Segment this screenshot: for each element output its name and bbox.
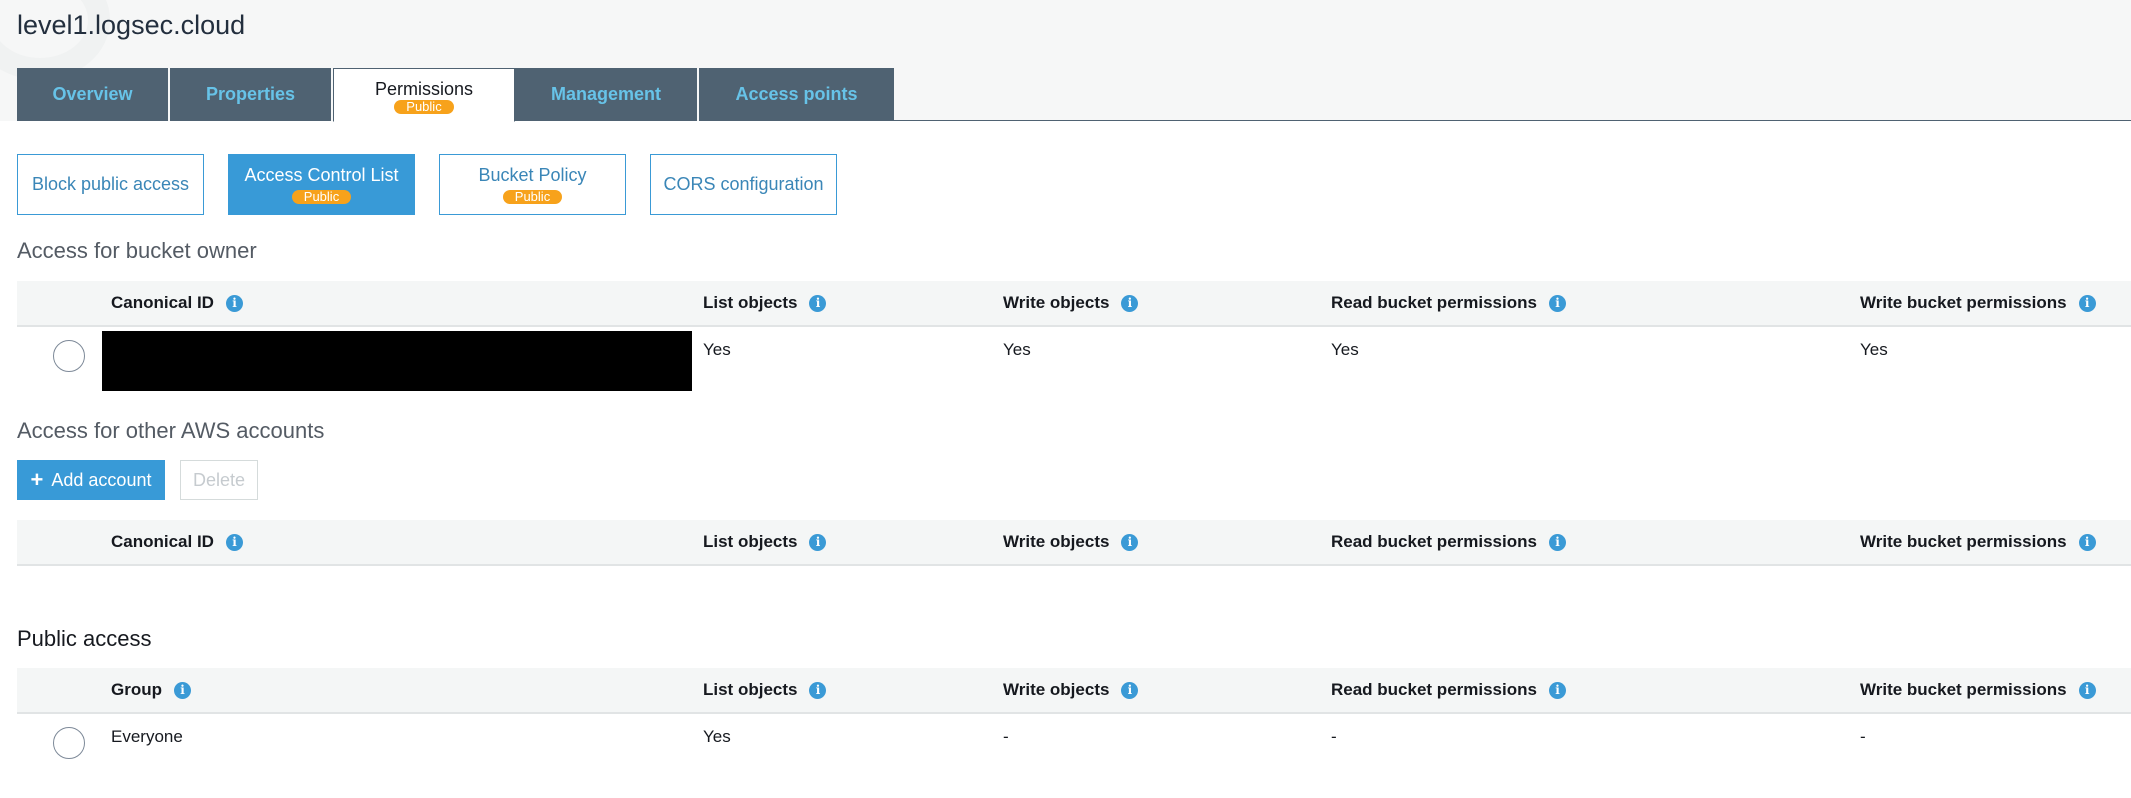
column-label: Read bucket permissions <box>1331 293 1537 312</box>
subtab-label: CORS configuration <box>663 174 824 194</box>
column-label: Read bucket permissions <box>1331 532 1537 551</box>
column-label: Write objects <box>1003 293 1110 312</box>
other-accounts-table-header: Canonical ID i List objects i Write object… <box>17 520 2131 566</box>
cell-write-bucket-permissions: Yes <box>1860 340 1888 359</box>
section-heading-other-accounts: Access for other AWS accounts <box>17 418 325 443</box>
column-label: Canonical ID <box>111 532 214 551</box>
column-label: Write bucket permissions <box>1860 532 2067 551</box>
section-heading-bucket-owner: Access for bucket owner <box>17 238 257 263</box>
info-icon[interactable]: i <box>1548 681 1566 699</box>
column-label: Write bucket permissions <box>1860 293 2067 312</box>
column-label: Write bucket permissions <box>1860 680 2067 699</box>
delete-button[interactable]: Delete <box>180 460 258 500</box>
column-header-read-bucket-permissions: Read bucket permissions i <box>1331 520 1566 564</box>
plus-icon: + <box>30 467 44 492</box>
info-icon[interactable]: i <box>1548 294 1566 312</box>
cell-group: Everyone <box>111 727 183 746</box>
info-icon[interactable]: i <box>225 533 243 551</box>
info-icon[interactable]: i <box>809 533 827 551</box>
subtab-label: Bucket Policy <box>478 165 587 185</box>
tab-management[interactable]: Management <box>515 68 699 121</box>
subtab-label: Access Control List <box>244 165 399 185</box>
info-icon[interactable]: i <box>2078 533 2096 551</box>
column-label: Canonical ID <box>111 293 214 312</box>
public-badge: Public <box>502 190 563 204</box>
tab-label: Permissions <box>374 78 474 99</box>
tab-label: Overview <box>52 84 133 104</box>
redacted-canonical-id <box>102 331 692 391</box>
column-header-read-bucket-permissions: Read bucket permissions i <box>1331 668 1566 712</box>
public-badge: Public <box>291 190 352 204</box>
column-label: Read bucket permissions <box>1331 680 1537 699</box>
page-title: level1.logsec.cloud <box>17 10 246 40</box>
cell-write-objects: - <box>1003 727 1009 746</box>
tab-label: Properties <box>205 84 296 104</box>
column-label: Write objects <box>1003 680 1110 699</box>
info-icon[interactable]: i <box>2078 681 2096 699</box>
subtab-bucket-policy[interactable]: Bucket Policy Public <box>439 154 626 215</box>
column-label: Write objects <box>1003 532 1110 551</box>
cell-list-objects: Yes <box>703 340 731 359</box>
subtab-block-public-access[interactable]: Block public access <box>17 154 204 215</box>
tab-permissions[interactable]: Permissions Public <box>333 68 515 122</box>
info-icon[interactable]: i <box>1121 681 1139 699</box>
cell-write-bucket-permissions: - <box>1860 727 1866 746</box>
permission-subtabs: Block public access Access Control List … <box>17 154 837 215</box>
public-badge: Public <box>394 99 454 114</box>
column-label: List objects <box>703 532 798 551</box>
info-icon[interactable]: i <box>809 681 827 699</box>
cell-read-bucket-permissions: - <box>1331 727 1337 746</box>
info-icon[interactable]: i <box>174 681 191 699</box>
tab-overview[interactable]: Overview <box>17 68 170 121</box>
subtab-access-control-list[interactable]: Access Control List Public <box>228 154 415 215</box>
info-icon[interactable]: i <box>2078 294 2096 312</box>
info-icon[interactable]: i <box>809 294 827 312</box>
info-icon[interactable]: i <box>1548 533 1566 551</box>
subtab-cors-configuration[interactable]: CORS configuration <box>650 154 837 215</box>
column-header-write-bucket-permissions: Write bucket permissions i <box>1860 281 2096 325</box>
column-label: List objects <box>703 680 798 699</box>
section-heading-public-access: Public access <box>17 626 152 651</box>
cell-list-objects: Yes <box>703 727 731 746</box>
column-header-list-objects: List objects i <box>703 668 827 712</box>
column-header-canonical-id: Canonical ID i <box>111 281 243 325</box>
column-header-canonical-id: Canonical ID i <box>111 520 243 564</box>
tab-label: Management <box>550 84 662 104</box>
column-header-write-objects: Write objects i <box>1003 520 1139 564</box>
tab-label: Access points <box>735 84 858 104</box>
main-tabs: Overview Properties Permissions Public M… <box>17 68 894 122</box>
owner-table-header: Canonical ID i List objects i Write object… <box>17 281 2131 327</box>
row-select-radio[interactable] <box>53 727 85 759</box>
info-icon[interactable]: i <box>225 294 243 312</box>
column-header-write-bucket-permissions: Write bucket permissions i <box>1860 520 2096 564</box>
column-header-write-objects: Write objects i <box>1003 668 1139 712</box>
column-header-read-bucket-permissions: Read bucket permissions i <box>1331 281 1566 325</box>
column-header-list-objects: List objects i <box>703 281 827 325</box>
button-label: Add account <box>51 469 152 490</box>
column-label: List objects <box>703 293 798 312</box>
row-select-radio[interactable] <box>53 340 85 372</box>
cell-write-objects: Yes <box>1003 340 1031 359</box>
info-icon[interactable]: i <box>1121 294 1139 312</box>
add-account-button[interactable]: + Add account <box>17 460 165 500</box>
column-header-list-objects: List objects i <box>703 520 827 564</box>
column-label: Group <box>111 680 162 699</box>
info-icon[interactable]: i <box>1121 533 1139 551</box>
column-header-group: Group i <box>111 668 191 712</box>
column-header-write-bucket-permissions: Write bucket permissions i <box>1860 668 2096 712</box>
cell-read-bucket-permissions: Yes <box>1331 340 1359 359</box>
public-access-table-header: Group i List objects i Write objects i Read… <box>17 668 2131 714</box>
tab-properties[interactable]: Properties <box>170 68 333 121</box>
tab-access-points[interactable]: Access points <box>699 68 894 121</box>
column-header-write-objects: Write objects i <box>1003 281 1139 325</box>
subtab-label: Block public access <box>31 174 190 194</box>
